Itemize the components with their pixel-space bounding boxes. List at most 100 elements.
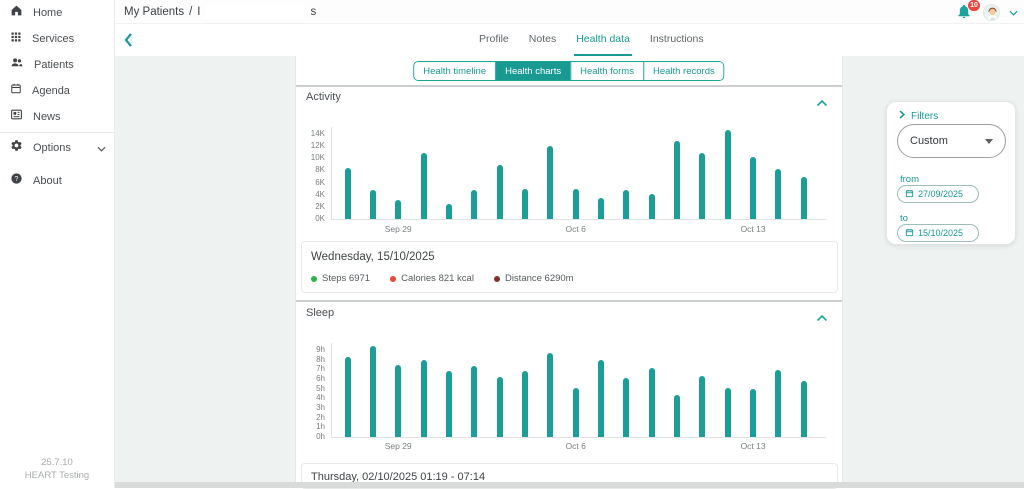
- y-tick-label: 0h: [296, 433, 325, 441]
- subtab-health-charts[interactable]: Health charts: [495, 62, 570, 80]
- subtab-health-timeline[interactable]: Health timeline: [414, 62, 495, 80]
- bar: [573, 388, 579, 437]
- y-tick-label: 0K: [296, 215, 325, 223]
- y-tick-label: 4h: [296, 394, 325, 402]
- chevron-up-icon: [816, 94, 828, 111]
- bar: [421, 360, 427, 437]
- sidebar: Home Services Patients Agenda News Optio…: [0, 0, 115, 488]
- bar: [471, 366, 477, 437]
- legend-item-steps: Steps 6971: [311, 273, 370, 284]
- sidebar-item-about[interactable]: ? About: [0, 168, 114, 194]
- bar: [547, 353, 553, 437]
- bar: [446, 204, 452, 219]
- tab-notes[interactable]: Notes: [527, 24, 558, 56]
- y-tick-label: 4K: [296, 191, 325, 199]
- sidebar-item-agenda[interactable]: Agenda: [0, 78, 114, 104]
- bar: [421, 153, 427, 219]
- bar: [623, 378, 629, 437]
- sleep-section-title: Sleep: [306, 307, 334, 319]
- topbar-right: 10: [956, 0, 1018, 24]
- x-axis-line: [331, 437, 826, 438]
- bar: [750, 389, 756, 437]
- services-grid-icon: [10, 30, 22, 48]
- chevron-right-icon: [899, 110, 905, 122]
- sidebar-item-options[interactable]: Options: [0, 135, 114, 161]
- activity-legend: Steps 6971 Calories 821 kcal Distance 62…: [311, 273, 574, 284]
- calendar-icon: [905, 189, 914, 200]
- y-axis-line: [331, 127, 332, 220]
- activity-section-title: Activity: [306, 91, 341, 103]
- y-tick-label: 3h: [296, 404, 325, 412]
- bar: [649, 194, 655, 219]
- filters-toggle[interactable]: Filters: [899, 110, 938, 122]
- legend-item-distance: Distance 6290m: [494, 273, 574, 284]
- x-tick-label: Oct 6: [554, 441, 598, 451]
- section-divider: [296, 85, 842, 87]
- news-icon: [10, 108, 23, 126]
- toolbar: Profile Notes Health data Instructions: [115, 24, 1024, 56]
- about-help-icon: ?: [10, 172, 23, 190]
- patient-name-end: s: [310, 6, 316, 18]
- home-icon: [10, 4, 23, 22]
- from-date-button[interactable]: 27/09/2025: [897, 185, 979, 203]
- chevron-left-icon: [122, 35, 136, 52]
- y-tick-label: 8K: [296, 166, 325, 174]
- activity-collapse-button[interactable]: [816, 94, 830, 106]
- filters-title: Filters: [911, 111, 938, 122]
- sidebar-divider: [0, 132, 114, 133]
- y-tick-label: 7h: [296, 365, 325, 373]
- avatar[interactable]: [983, 4, 1000, 21]
- bar: [801, 381, 807, 437]
- x-axis-line: [331, 219, 826, 220]
- bar: [345, 168, 351, 219]
- content-card: Health timeline Health charts Health for…: [295, 56, 843, 488]
- date-range-select[interactable]: Custom: [897, 124, 1006, 158]
- y-tick-label: 8h: [296, 356, 325, 364]
- tab-health-data[interactable]: Health data: [574, 24, 632, 56]
- bar: [649, 368, 655, 437]
- sidebar-item-news[interactable]: News: [0, 104, 114, 130]
- y-tick-label: 12K: [296, 142, 325, 150]
- breadcrumb: My Patients / I s: [124, 5, 316, 19]
- sidebar-item-label: About: [33, 175, 106, 187]
- legend-label: Steps 6971: [322, 273, 370, 284]
- horizontal-scrollbar[interactable]: [115, 482, 1024, 488]
- bar: [598, 360, 604, 437]
- tab-profile[interactable]: Profile: [477, 24, 511, 56]
- breadcrumb-section[interactable]: My Patients: [124, 6, 184, 18]
- x-tick-label: Oct 6: [554, 224, 598, 234]
- notifications-button[interactable]: 10: [956, 3, 974, 21]
- app-name: HEART Testing: [0, 469, 114, 482]
- bar: [623, 190, 629, 219]
- account-chevron-down-icon[interactable]: [1009, 3, 1018, 21]
- bar: [674, 395, 680, 437]
- activity-chart: 0K2K4K6K8K10K12K14KSep 29Oct 6Oct 13: [296, 110, 844, 236]
- calories-dot-icon: [390, 276, 396, 282]
- select-caret-icon: [985, 139, 993, 144]
- bar: [699, 153, 705, 219]
- subtab-health-records[interactable]: Health records: [643, 62, 724, 80]
- tab-instructions[interactable]: Instructions: [648, 24, 706, 56]
- sidebar-item-services[interactable]: Services: [0, 26, 114, 52]
- patient-name-redacted: [205, 5, 305, 19]
- filter-panel: Filters Custom from 27/09/2025 to 15/10/…: [886, 101, 1016, 245]
- sleep-collapse-button[interactable]: [816, 309, 830, 321]
- bar: [775, 169, 781, 219]
- to-date-button[interactable]: 15/10/2025: [897, 224, 979, 242]
- bar: [573, 189, 579, 219]
- bar: [674, 141, 680, 219]
- subtab-health-forms[interactable]: Health forms: [570, 62, 643, 80]
- bar: [725, 388, 731, 437]
- sidebar-item-home[interactable]: Home: [0, 0, 114, 26]
- subtab-group: Health timeline Health charts Health for…: [413, 61, 724, 81]
- version-number: 25.7.10: [0, 456, 114, 469]
- agenda-calendar-icon: [10, 82, 22, 100]
- sidebar-item-patients[interactable]: Patients: [0, 52, 114, 78]
- y-tick-label: 6K: [296, 179, 325, 187]
- patient-name-start: I: [197, 6, 200, 18]
- to-date-value: 15/10/2025: [918, 228, 963, 238]
- back-button[interactable]: [122, 32, 138, 48]
- bar: [775, 370, 781, 437]
- bar: [446, 371, 452, 437]
- bar: [522, 189, 528, 219]
